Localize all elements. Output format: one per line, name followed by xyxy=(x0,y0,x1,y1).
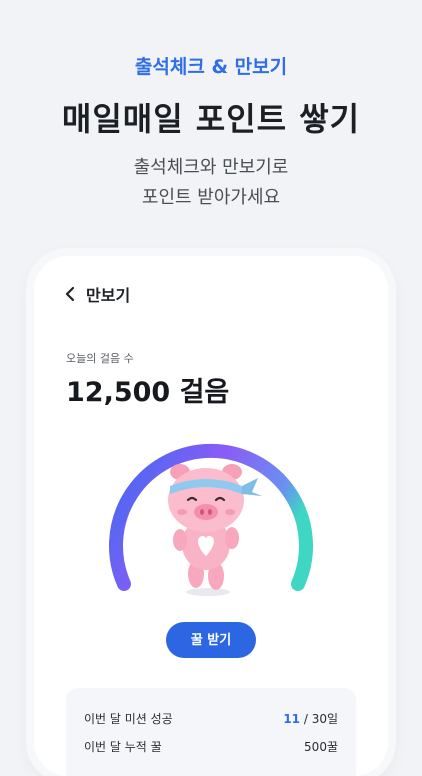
promo-subtitle: 출석체크 & 만보기 xyxy=(134,56,288,78)
stat-label: 이번 달 미션 성공 xyxy=(84,712,173,726)
header: 만보기 xyxy=(62,282,130,306)
pig-mascot-icon xyxy=(168,464,262,596)
stat-value-highlight: 11 xyxy=(283,712,301,726)
phone-screen: 만보기 오늘의 걸음 수 12,500 걸음 꿀 받기 이번 달 미션 성공 1… xyxy=(34,256,388,776)
stat-label: 이번 달 누적 꿀 xyxy=(84,740,162,754)
promo-description-line-2: 포인트 받아가세요 xyxy=(141,187,281,208)
steps-label: 오늘의 걸음 수 xyxy=(66,352,134,365)
stat-value: 11 / 30일 xyxy=(283,710,338,727)
monthly-stats-card: 이번 달 미션 성공 11 / 30일 이번 달 누적 꿀 500꿀 xyxy=(66,688,356,776)
promo-title: 매일매일 포인트 쌓기 xyxy=(61,100,361,138)
promo-description-line-1: 출석체크와 만보기로 xyxy=(133,157,289,178)
get-honey-button[interactable]: 꿀 받기 xyxy=(166,622,256,658)
header-title: 만보기 xyxy=(86,286,131,305)
step-gauge xyxy=(109,443,313,596)
steps-count: 12,500 걸음 xyxy=(66,377,230,408)
stat-value: 500꿀 xyxy=(304,740,338,754)
stat-row-mission: 이번 달 미션 성공 11 / 30일 xyxy=(84,710,338,727)
back-chevron-icon[interactable] xyxy=(62,285,80,303)
promo-description: 출석체크와 만보기로 포인트 받아가세요 xyxy=(0,153,422,213)
stat-row-honey: 이번 달 누적 꿀 500꿀 xyxy=(84,738,338,755)
stat-value-rest: / 30일 xyxy=(300,712,338,726)
